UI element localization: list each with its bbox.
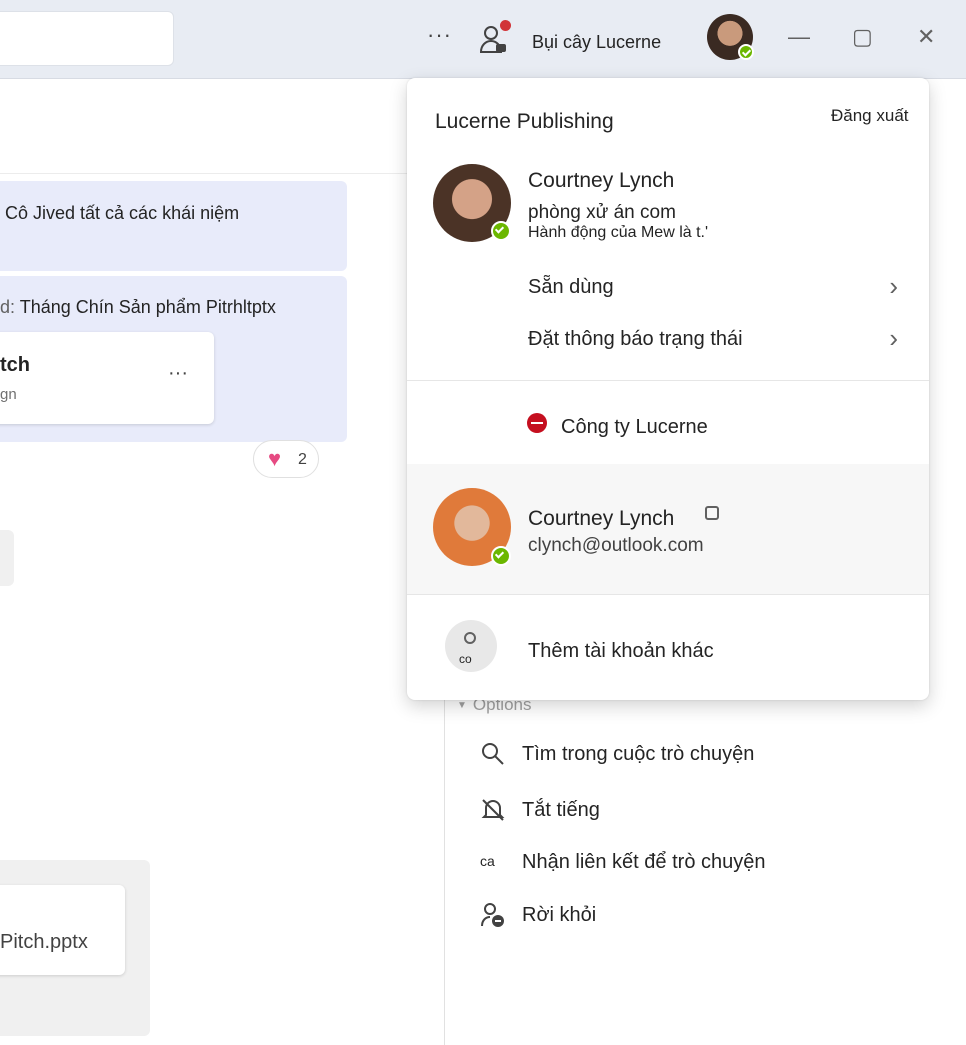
bell-off-icon	[481, 799, 505, 821]
profile-status-message: Hành động của Mew là t.'	[528, 224, 709, 241]
chat-message[interactable]: Cô Jived tất cả các khái niệm	[0, 181, 347, 271]
do-not-disturb-icon	[527, 413, 547, 433]
account-popup: Lucerne Publishing Đăng xuất Courtney Ly…	[407, 78, 929, 700]
account-avatar[interactable]	[707, 14, 754, 60]
file-title: tch	[0, 354, 30, 376]
message-text: d: Tháng Chín Sản phẩm Pitrhltptx	[0, 297, 276, 317]
profile-name: Courtney Lynch	[528, 169, 675, 192]
other-account-avatar	[433, 488, 511, 566]
organization-status-item[interactable]: Công ty Lucerne	[527, 410, 827, 442]
file-attachment-card[interactable]: tch gn ···	[0, 332, 214, 424]
add-account-label: Thêm tài khoản khác	[528, 640, 714, 662]
presence-available-icon	[738, 44, 754, 60]
people-icon[interactable]	[478, 20, 511, 56]
chevron-right-icon: ›	[889, 271, 898, 301]
search-icon	[482, 743, 504, 765]
person-leave-icon	[481, 903, 504, 927]
search-input[interactable]	[0, 11, 174, 66]
divider	[407, 380, 929, 381]
title-bar: ··· Bụi cây Lucerne — ▢ ✕	[0, 0, 966, 79]
link-icon: ca	[480, 853, 495, 869]
other-account-name: Courtney Lynch	[528, 507, 675, 530]
organization-name: Lucerne Publishing	[435, 110, 614, 133]
sign-out-link[interactable]: Đăng xuất	[831, 106, 909, 126]
other-account-item[interactable]: Courtney Lynch clynch@outlook.com	[407, 464, 929, 594]
availability-menu-item[interactable]: Sẵn dùng ›	[528, 272, 898, 304]
presence-available-icon	[491, 221, 511, 241]
profile-email: phòng xử án com	[528, 202, 676, 223]
notification-dot	[500, 20, 511, 31]
message-text: Cô Jived tất cả các khái niệm	[5, 203, 240, 223]
open-external-icon	[705, 506, 719, 520]
chevron-right-icon: ›	[889, 323, 898, 353]
close-button[interactable]: ✕	[917, 24, 935, 50]
set-status-message-menu-item[interactable]: Đặt thông báo trạng thái ›	[528, 324, 898, 356]
profile-avatar[interactable]	[433, 164, 511, 242]
presence-available-icon	[491, 546, 511, 566]
caret-down-icon: ▼	[457, 700, 467, 711]
add-account-icon: co	[445, 620, 497, 672]
chat-header	[0, 78, 420, 174]
heart-icon: ♥	[268, 446, 282, 471]
file-subtitle: gn	[0, 386, 17, 403]
file-more-button[interactable]: ···	[168, 362, 188, 385]
file-name: Pitch.pptx	[0, 931, 88, 953]
heart-reaction[interactable]: ♥ 2	[253, 440, 319, 478]
file-attachment-card[interactable]: Pitch.pptx	[0, 885, 125, 975]
chat-message[interactable]	[0, 530, 14, 586]
more-options-button[interactable]: ···	[427, 22, 452, 48]
reaction-count: 2	[298, 451, 307, 468]
add-account-item[interactable]: co Thêm tài khoản khác	[407, 594, 929, 700]
maximize-button[interactable]: ▢	[852, 24, 873, 50]
other-account-email: clynch@outlook.com	[528, 535, 704, 556]
minimize-button[interactable]: —	[788, 24, 810, 50]
account-name[interactable]: Bụi cây Lucerne	[532, 32, 661, 53]
